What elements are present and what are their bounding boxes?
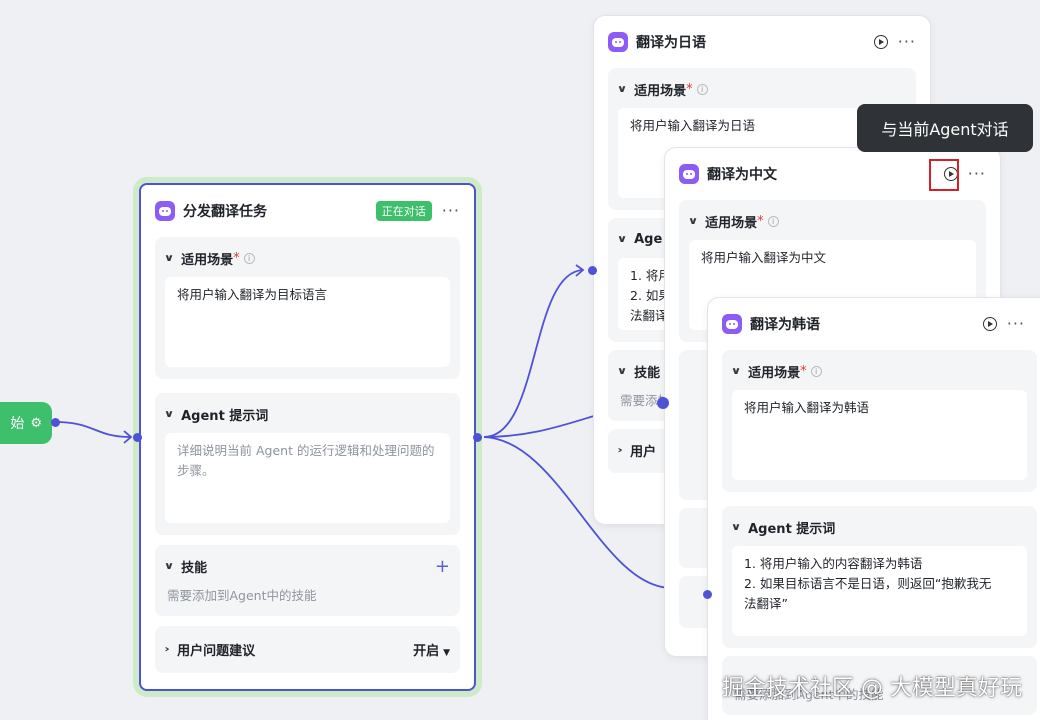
section-label: 技能: [181, 560, 208, 576]
japanese-input-port[interactable]: [588, 266, 597, 275]
chinese-input-port[interactable]: [657, 397, 669, 409]
prompt-line: 1. 将用户输入的内容翻译为韩语: [744, 556, 923, 571]
section-label: 用户问题建议: [177, 644, 256, 659]
scene-section: ∨ 适用场景 * i 将用户输入翻译为韩语: [722, 350, 1037, 492]
section-label: 适用场景: [748, 365, 801, 381]
info-icon: i: [810, 365, 822, 377]
prompt-line: 法翻译”: [744, 596, 788, 611]
agent-card-korean[interactable]: 翻译为韩语 ··· ∨ 适用场景 * i 将用户输入翻译为韩语 ∨ Agent 提示词 …: [707, 297, 1040, 720]
watermark: 掘金技术社区 @ 大模型真好玩: [722, 676, 1022, 701]
suggest-toggle[interactable]: 开启 ▼: [413, 640, 450, 659]
chevron-down-icon[interactable]: ∨: [164, 561, 175, 572]
chevron-right-icon[interactable]: ›: [164, 644, 169, 655]
section-label: 用户: [630, 444, 657, 460]
chevron-down-icon[interactable]: ∨: [164, 409, 175, 420]
tooltip: 与当前Agent对话: [857, 104, 1033, 152]
add-skill-button[interactable]: +: [435, 556, 450, 577]
prompt-line: 2. 如果目标语言不是日语，则返回“抱歉我无: [744, 576, 992, 591]
chevron-down-icon[interactable]: ∨: [164, 253, 175, 264]
section-label: Agent 提示词: [748, 521, 836, 537]
info-icon: i: [767, 215, 779, 227]
bot-icon: [679, 164, 699, 184]
scene-input[interactable]: 将用户输入翻译为韩语: [732, 390, 1027, 480]
chevron-down-icon[interactable]: ∨: [617, 84, 628, 95]
more-icon[interactable]: ···: [442, 203, 460, 219]
start-node[interactable]: 始 ⚙: [0, 402, 52, 444]
bot-icon: [722, 314, 742, 334]
toggle-label: 开启: [413, 644, 440, 659]
info-icon: i: [696, 83, 708, 95]
more-icon[interactable]: ···: [968, 166, 986, 182]
required-mark: *: [757, 213, 764, 229]
more-icon[interactable]: ···: [898, 34, 916, 50]
section-label: 适用场景: [181, 252, 234, 268]
korean-input-port[interactable]: [703, 590, 712, 599]
bot-icon: [155, 201, 175, 221]
scene-section: ∨ 适用场景 * i 将用户输入翻译为目标语言: [155, 237, 460, 379]
status-badge: 正在对话: [375, 201, 432, 221]
caret-down-icon: ▼: [443, 648, 450, 658]
agent-card-dispatch[interactable]: 分发翻译任务 正在对话 ··· ∨ 适用场景 * i 将用户输入翻译为目标语言 ∨ Ag…: [139, 183, 476, 691]
play-icon[interactable]: [873, 35, 888, 49]
chevron-down-icon[interactable]: ∨: [617, 234, 628, 245]
section-label: Agent 提示词: [181, 408, 269, 424]
chevron-down-icon[interactable]: ∨: [731, 522, 742, 533]
highlight-box: [929, 159, 959, 191]
prompt-input[interactable]: 详细说明当前 Agent 的运行逻辑和处理问题的步骤。: [165, 433, 450, 523]
card-title: 分发翻译任务: [183, 204, 267, 220]
section-label: 适用场景: [634, 83, 687, 99]
chevron-down-icon[interactable]: ∨: [688, 216, 699, 227]
chevron-down-icon[interactable]: ∨: [731, 366, 742, 377]
required-mark: *: [800, 363, 807, 379]
start-output-port[interactable]: [51, 418, 60, 427]
section-label: 适用场景: [705, 215, 758, 231]
scene-input[interactable]: 将用户输入翻译为目标语言: [165, 277, 450, 367]
skills-hint: 需要添加到Agent中的技能: [167, 588, 317, 603]
chevron-right-icon[interactable]: ›: [617, 445, 622, 456]
skills-section: ∨ 技能 + 需要添加到Agent中的技能: [155, 545, 460, 616]
suggest-section[interactable]: › 用户问题建议 开启 ▼: [155, 626, 460, 673]
section-label: 技能: [634, 365, 661, 381]
start-node-label: 始: [10, 416, 25, 432]
card-title: 翻译为日语: [636, 35, 706, 51]
card-title: 翻译为中文: [707, 167, 777, 183]
chevron-down-icon[interactable]: ∨: [617, 366, 628, 377]
prompt-input[interactable]: 1. 将用户输入的内容翻译为韩语 2. 如果目标语言不是日语，则返回“抱歉我无 …: [732, 546, 1027, 636]
more-icon[interactable]: ···: [1007, 316, 1025, 332]
required-mark: *: [686, 81, 693, 97]
prompt-section: ∨ Agent 提示词 详细说明当前 Agent 的运行逻辑和处理问题的步骤。: [155, 393, 460, 535]
info-icon: i: [243, 252, 255, 264]
bot-icon: [608, 32, 628, 52]
dispatch-output-port[interactable]: [473, 433, 482, 442]
card-title: 翻译为韩语: [750, 317, 820, 333]
section-label: Age: [634, 231, 663, 247]
dispatch-input-port[interactable]: [133, 433, 142, 442]
prompt-section: ∨ Agent 提示词 1. 将用户输入的内容翻译为韩语 2. 如果目标语言不是日…: [722, 506, 1037, 648]
gear-icon[interactable]: ⚙: [30, 416, 42, 431]
required-mark: *: [233, 250, 240, 266]
play-icon[interactable]: [982, 317, 997, 331]
